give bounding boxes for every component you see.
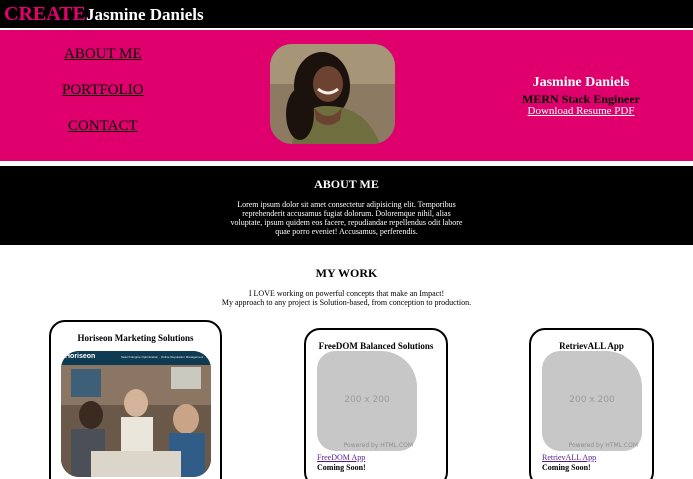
- about-title: ABOUT ME: [314, 177, 379, 191]
- work-subtitle: I LOVE working on powerful concepts that…: [0, 289, 693, 307]
- project-title: Horiseon Marketing Solutions: [77, 333, 194, 343]
- project-status: Coming Soon!: [317, 463, 366, 472]
- project-status: Coming Soon!: [542, 463, 591, 472]
- header-name: Jasmine Daniels: [86, 5, 204, 24]
- project-screenshot-horiseon: Horiseon Search Engine Optimization · On…: [61, 351, 211, 477]
- horiseon-screenshot-brand: Horiseon: [65, 353, 96, 360]
- nav-link-portfolio[interactable]: PORTFOLIO: [62, 81, 144, 99]
- project-card-freedom[interactable]: FreeDOM Balanced Solutions 200 x 200 Pow…: [304, 328, 448, 479]
- work-title: MY WORK: [315, 266, 378, 280]
- work-subtitle-line-1: I LOVE working on powerful concepts that…: [248, 289, 445, 298]
- hero-name: Jasmine Daniels: [532, 75, 630, 90]
- about-section: ABOUT ME Lorem ipsum dolor sit amet cons…: [0, 166, 693, 245]
- hero-section: ABOUT ME PORTFOLIO CONTACT Jasmine Danie…: [0, 30, 693, 161]
- top-bar: CREATE Jasmine Daniels: [0, 0, 693, 28]
- project-placeholder-image: 200 x 200 Powered by HTML.COM: [542, 351, 642, 451]
- download-resume-link[interactable]: Download Resume PDF: [486, 105, 676, 117]
- project-link[interactable]: FreeDOM App: [317, 453, 365, 462]
- project-title: FreeDOM Balanced Solutions: [318, 341, 434, 351]
- project-link[interactable]: RetrievALL App: [542, 453, 596, 462]
- brand-logo-text: CREATE: [4, 3, 86, 25]
- work-subtitle-line-2: My approach to any project is Solution-b…: [221, 298, 472, 307]
- nav-link-contact[interactable]: CONTACT: [68, 117, 138, 135]
- nav-link-about[interactable]: ABOUT ME: [64, 45, 142, 63]
- placeholder-credit: Powered by HTML.COM: [343, 442, 413, 449]
- placeholder-label: 200 x 200: [569, 395, 615, 405]
- profile-photo-art: [270, 44, 395, 144]
- project-card-horiseon[interactable]: Horiseon Marketing Solutions Horiseon Se…: [49, 320, 222, 479]
- placeholder-label: 200 x 200: [344, 395, 390, 405]
- horiseon-screenshot-nav: Search Engine Optimization · Online Repu…: [121, 355, 209, 359]
- project-title: RetrievALL App: [559, 341, 624, 351]
- horiseon-screenshot-art: [61, 351, 211, 477]
- profile-photo: [270, 44, 395, 144]
- project-placeholder-image: 200 x 200 Powered by HTML.COM: [317, 351, 417, 451]
- project-card-retrievall[interactable]: RetrievALL App 200 x 200 Powered by HTML…: [529, 328, 654, 479]
- about-body: Lorem ipsum dolor sit amet consectetur a…: [230, 200, 463, 236]
- placeholder-credit: Powered by HTML.COM: [568, 442, 638, 449]
